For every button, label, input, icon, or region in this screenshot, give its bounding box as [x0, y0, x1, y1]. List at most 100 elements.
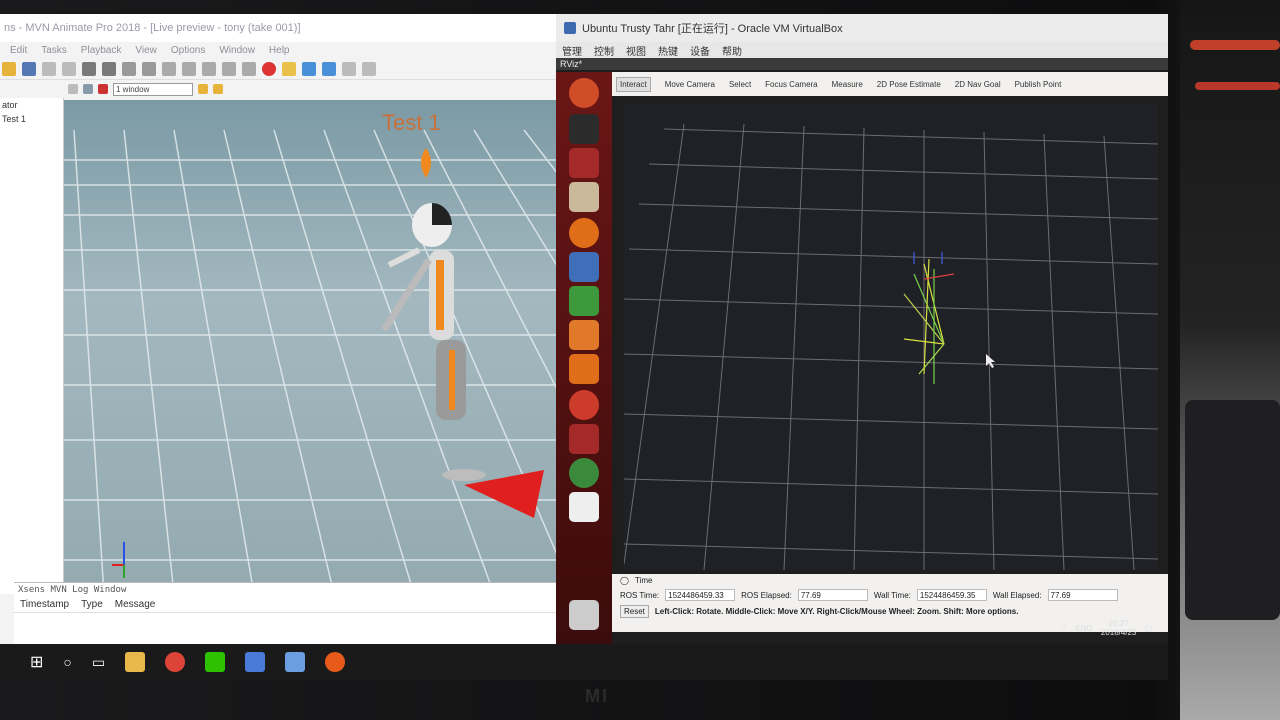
- tool-2d-pose[interactable]: 2D Pose Estimate: [877, 80, 941, 89]
- viewport-label: Test 1: [382, 110, 441, 135]
- menu-view[interactable]: View: [135, 45, 157, 56]
- redo-icon[interactable]: [102, 61, 116, 76]
- menu-help[interactable]: 帮助: [722, 43, 742, 58]
- brand-logo: MI: [585, 686, 609, 706]
- tool-interact[interactable]: Interact: [616, 76, 651, 92]
- tool-2d-nav[interactable]: 2D Nav Goal: [955, 80, 1001, 89]
- wall-elapsed-field[interactable]: 77.69: [1047, 589, 1118, 601]
- menu-tasks[interactable]: Tasks: [41, 45, 67, 56]
- wechat-icon[interactable]: [205, 652, 226, 672]
- side-item-test1[interactable]: Test 1: [0, 112, 63, 126]
- rviz-toolbar: Interact Move Camera Select Focus Camera…: [612, 72, 1168, 96]
- virtualbox-icon[interactable]: [285, 652, 306, 672]
- record-icon[interactable]: [262, 61, 276, 76]
- ros-time-field[interactable]: 1524486459.33: [665, 589, 736, 601]
- frame-icon[interactable]: [68, 84, 78, 94]
- update-icon[interactable]: [569, 458, 599, 488]
- search-icon[interactable]: ○: [63, 654, 71, 670]
- tool-publish-point[interactable]: Publish Point: [1015, 80, 1062, 89]
- rviz-titlebar: RViz*: [556, 58, 1168, 70]
- camera-icon[interactable]: [198, 84, 208, 94]
- tf-frames: [903, 252, 955, 384]
- triangle-icon[interactable]: [98, 84, 108, 94]
- vbox-title: Ubuntu Trusty Tahr [正在运行] - Oracle VM Vi…: [556, 14, 1168, 42]
- next-frame-icon[interactable]: [222, 61, 236, 76]
- col-type[interactable]: Type: [81, 599, 103, 610]
- impress-icon[interactable]: [569, 320, 599, 350]
- edit-icon[interactable]: [342, 61, 356, 76]
- figure2-icon[interactable]: [322, 61, 336, 76]
- rviz-render-panel[interactable]: [624, 104, 1158, 570]
- mvn-window: ns - MVN Animate Pro 2018 - [Live previe…: [0, 14, 578, 654]
- system-settings-icon[interactable]: [569, 390, 599, 420]
- lang-indicator[interactable]: ENG: [1076, 624, 1093, 633]
- clock-time: 20:27: [1108, 619, 1129, 628]
- undo-icon[interactable]: [82, 61, 96, 76]
- rviz-icon[interactable]: [569, 492, 599, 522]
- open-icon[interactable]: [2, 61, 16, 76]
- notification-icon[interactable]: ▢: [1144, 624, 1152, 633]
- tool-focus-camera[interactable]: Focus Camera: [765, 80, 817, 89]
- software-center-icon[interactable]: [569, 354, 599, 384]
- tool-measure[interactable]: Measure: [832, 80, 863, 89]
- wall-time-field[interactable]: 1524486459.35: [916, 589, 987, 601]
- paste-icon[interactable]: [62, 61, 76, 76]
- menu-manage[interactable]: 管理: [562, 43, 582, 58]
- 3d-viewport[interactable]: Test 1: [64, 100, 578, 594]
- firefox-icon[interactable]: [569, 218, 599, 248]
- app-icon-2[interactable]: [569, 424, 599, 454]
- figure-icon[interactable]: [302, 61, 316, 76]
- col-timestamp[interactable]: Timestamp: [20, 599, 69, 610]
- menu-window[interactable]: Window: [219, 45, 255, 56]
- task-view-icon[interactable]: ▭: [92, 654, 105, 671]
- copy-icon[interactable]: [42, 61, 56, 76]
- clock-date: 2018/4/23: [1100, 628, 1137, 637]
- col-message[interactable]: Message: [115, 599, 156, 610]
- menu-hotkey[interactable]: 热键: [658, 43, 678, 58]
- menu-control[interactable]: 控制: [594, 43, 614, 58]
- time-panel-title: Time: [634, 576, 653, 585]
- grid-toggle-icon[interactable]: [83, 84, 93, 94]
- ubuntu-logo-icon[interactable]: [569, 78, 599, 108]
- windows-start-icon[interactable]: ⊞: [30, 652, 43, 672]
- skip-end-icon[interactable]: [242, 61, 256, 76]
- app-icon-1[interactable]: [569, 148, 599, 178]
- prev-frame-icon[interactable]: [182, 61, 196, 76]
- menu-help[interactable]: Help: [269, 45, 290, 56]
- chrome-icon[interactable]: [165, 652, 186, 672]
- menu-view[interactable]: 视图: [626, 43, 646, 58]
- menu-devices[interactable]: 设备: [690, 43, 710, 58]
- terminal-icon[interactable]: [569, 114, 599, 144]
- play-icon[interactable]: [202, 61, 216, 76]
- reset-button[interactable]: Reset: [620, 605, 649, 618]
- wifi-icon[interactable]: ⌃: [1061, 624, 1068, 633]
- save-icon[interactable]: [22, 61, 36, 76]
- tool-move-camera[interactable]: Move Camera: [665, 80, 715, 89]
- grid-icon[interactable]: [362, 61, 376, 76]
- tool-2d-pose-label: 2D Pose Estimate: [876, 79, 941, 89]
- menu-edit[interactable]: Edit: [10, 45, 27, 56]
- skip-start-icon[interactable]: [162, 61, 176, 76]
- tool-interact-label: Interact: [620, 79, 647, 89]
- file-explorer-icon[interactable]: [125, 652, 146, 672]
- camera2-icon[interactable]: [213, 84, 223, 94]
- settings-icon[interactable]: [122, 61, 136, 76]
- trash-icon[interactable]: [569, 600, 599, 630]
- mvn-icon[interactable]: [325, 652, 346, 672]
- hint-row: Reset Left-Click: Rotate. Middle-Click: …: [612, 603, 1168, 620]
- menu-playback[interactable]: Playback: [81, 45, 122, 56]
- refresh-icon[interactable]: [142, 61, 156, 76]
- marker-icon[interactable]: [282, 61, 296, 76]
- app-icon-bird[interactable]: [245, 652, 266, 672]
- files-icon[interactable]: [569, 182, 599, 212]
- window-select[interactable]: 1 window: [113, 82, 193, 96]
- menu-options[interactable]: Options: [171, 45, 205, 56]
- tool-publish-point-label: Publish Point: [1014, 79, 1062, 89]
- writer-icon[interactable]: [569, 252, 599, 282]
- ros-elapsed-label: ROS Elapsed:: [741, 590, 792, 600]
- ros-elapsed-field[interactable]: 77.69: [797, 589, 868, 601]
- clock[interactable]: 20:27 2018/4/23: [1101, 619, 1137, 637]
- calc-icon[interactable]: [569, 286, 599, 316]
- tool-select[interactable]: Select: [729, 80, 751, 89]
- screen: ns - MVN Animate Pro 2018 - [Live previe…: [0, 14, 1168, 654]
